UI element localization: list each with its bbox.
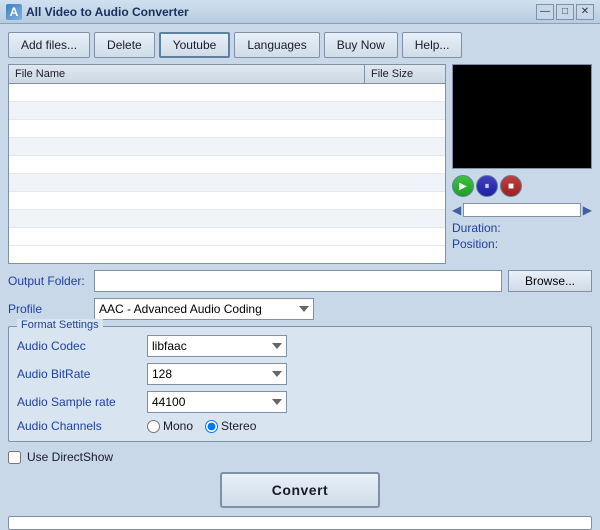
- stop-button[interactable]: ■: [500, 175, 522, 197]
- output-folder-row: Output Folder: Browse...: [8, 270, 592, 292]
- stereo-label: Stereo: [221, 419, 256, 433]
- table-row: [9, 174, 445, 192]
- audio-bitrate-select[interactable]: 64 96 128 192 256 320: [147, 363, 287, 385]
- app-title: All Video to Audio Converter: [26, 5, 536, 19]
- audio-codec-select[interactable]: libfaac libmp3lame libvorbis: [147, 335, 287, 357]
- seek-back-button[interactable]: ◀: [452, 203, 461, 217]
- preview-info: Duration: Position:: [452, 221, 592, 253]
- table-row: [9, 228, 445, 246]
- preview-panel: ▶ ⏸ ■ ◀ ▶ Duration: Position:: [452, 64, 592, 264]
- content-area: File Name File Size ▶ ⏸: [8, 64, 592, 264]
- column-filesize: File Size: [365, 65, 445, 83]
- playback-controls: ▶ ⏸ ■: [452, 173, 592, 199]
- audio-codec-row: Audio Codec libfaac libmp3lame libvorbis: [17, 335, 583, 357]
- audio-samplerate-select[interactable]: 22050 44100 48000: [147, 391, 287, 413]
- audio-samplerate-row: Audio Sample rate 22050 44100 48000: [17, 391, 583, 413]
- file-table-body[interactable]: [9, 84, 445, 254]
- format-settings: Format Settings Audio Codec libfaac libm…: [8, 326, 592, 442]
- directshow-row: Use DirectShow: [8, 450, 592, 464]
- audio-bitrate-label: Audio BitRate: [17, 367, 147, 381]
- main-content: Add files... Delete Youtube Languages Bu…: [0, 24, 600, 503]
- profile-row: Profile AAC - Advanced Audio Coding MP3 …: [8, 298, 592, 320]
- maximize-button[interactable]: □: [556, 4, 574, 20]
- close-button[interactable]: ✕: [576, 4, 594, 20]
- audio-samplerate-label: Audio Sample rate: [17, 395, 147, 409]
- pause-button[interactable]: ⏸: [476, 175, 498, 197]
- youtube-button[interactable]: Youtube: [159, 32, 231, 58]
- progress-bar: [8, 516, 592, 530]
- buy-now-button[interactable]: Buy Now: [324, 32, 398, 58]
- column-filename: File Name: [9, 65, 365, 83]
- seek-bar[interactable]: [463, 203, 581, 217]
- table-row: [9, 138, 445, 156]
- play-button[interactable]: ▶: [452, 175, 474, 197]
- mono-label: Mono: [163, 419, 193, 433]
- add-files-button[interactable]: Add files...: [8, 32, 90, 58]
- toolbar: Add files... Delete Youtube Languages Bu…: [8, 32, 592, 58]
- seek-row: ◀ ▶: [452, 203, 592, 217]
- browse-button[interactable]: Browse...: [508, 270, 592, 292]
- format-settings-legend: Format Settings: [17, 319, 103, 331]
- file-table-header: File Name File Size: [9, 65, 445, 84]
- table-row: [9, 192, 445, 210]
- directshow-label: Use DirectShow: [27, 450, 113, 464]
- mono-radio[interactable]: [147, 420, 160, 433]
- audio-bitrate-row: Audio BitRate 64 96 128 192 256 320: [17, 363, 583, 385]
- table-row: [9, 102, 445, 120]
- seek-forward-button[interactable]: ▶: [583, 203, 592, 217]
- duration-row: Duration:: [452, 221, 592, 235]
- help-button[interactable]: Help...: [402, 32, 463, 58]
- window-controls: — □ ✕: [536, 4, 594, 20]
- duration-label: Duration:: [452, 221, 501, 235]
- audio-channels-radios: Mono Stereo: [147, 419, 256, 433]
- table-row: [9, 120, 445, 138]
- languages-button[interactable]: Languages: [234, 32, 319, 58]
- position-row: Position:: [452, 237, 592, 251]
- video-preview: [452, 64, 592, 169]
- profile-label: Profile: [8, 302, 88, 316]
- file-table: File Name File Size: [8, 64, 446, 264]
- title-bar: A All Video to Audio Converter — □ ✕: [0, 0, 600, 24]
- app-icon: A: [6, 4, 22, 20]
- stereo-radio[interactable]: [205, 420, 218, 433]
- mono-radio-label[interactable]: Mono: [147, 419, 193, 433]
- table-row: [9, 210, 445, 228]
- stereo-radio-label[interactable]: Stereo: [205, 419, 256, 433]
- delete-button[interactable]: Delete: [94, 32, 155, 58]
- table-row: [9, 156, 445, 174]
- audio-codec-label: Audio Codec: [17, 339, 147, 353]
- table-row: [9, 84, 445, 102]
- output-label: Output Folder:: [8, 274, 88, 288]
- audio-channels-row: Audio Channels Mono Stereo: [17, 419, 583, 433]
- minimize-button[interactable]: —: [536, 4, 554, 20]
- output-folder-input[interactable]: [94, 270, 502, 292]
- position-label: Position:: [452, 237, 498, 251]
- audio-channels-label: Audio Channels: [17, 419, 147, 433]
- directshow-checkbox[interactable]: [8, 451, 21, 464]
- profile-select[interactable]: AAC - Advanced Audio Coding MP3 - MPEG A…: [94, 298, 314, 320]
